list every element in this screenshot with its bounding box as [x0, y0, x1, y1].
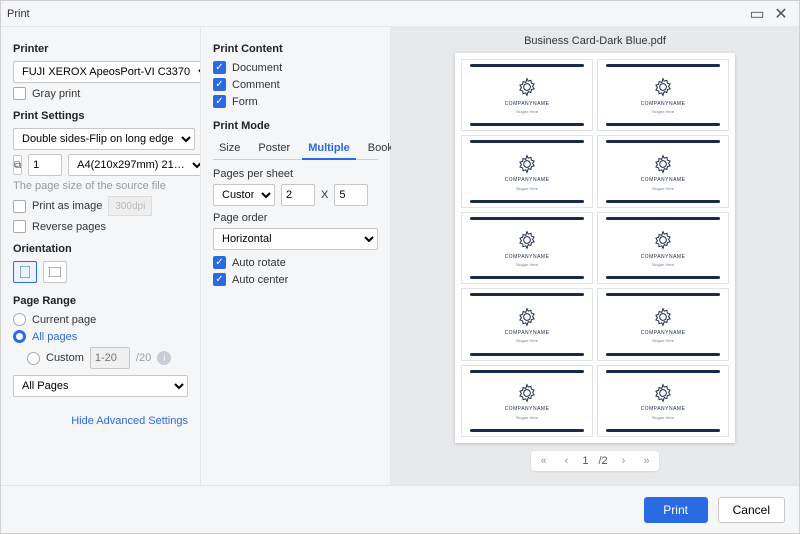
- print-settings-heading: Print Settings: [13, 110, 188, 122]
- maximize-icon[interactable]: ▭: [745, 4, 769, 24]
- page-order-select[interactable]: Horizontal: [213, 228, 378, 250]
- advanced-settings-link[interactable]: Hide Advanced Settings: [71, 415, 188, 427]
- form-checkbox[interactable]: [213, 95, 226, 108]
- pps-x-label: X: [321, 189, 328, 201]
- auto-rotate-checkbox[interactable]: [213, 256, 226, 269]
- pager-next-icon[interactable]: ›: [618, 455, 630, 467]
- preview-sheet: COMPANYNAMESlogan HereCOMPANYNAMESlogan …: [455, 53, 735, 443]
- left-panel: Printer FUJI XEROX ApeosPort-VI C3370 ⚙ …: [1, 27, 201, 485]
- preview-card: COMPANYNAMESlogan Here: [597, 59, 729, 131]
- custom-range-input[interactable]: [90, 347, 130, 369]
- collate-icon[interactable]: ⧉: [13, 155, 22, 175]
- form-label: Form: [232, 96, 258, 108]
- orientation-landscape-button[interactable]: [43, 261, 67, 283]
- preview-card: COMPANYNAMESlogan Here: [597, 288, 729, 360]
- custom-range-label: Custom: [46, 352, 84, 364]
- dpi-field: 300dpi: [108, 196, 152, 216]
- preview-filename: Business Card-Dark Blue.pdf: [524, 35, 666, 47]
- copies-input[interactable]: [28, 154, 62, 176]
- pps-mode-select[interactable]: Custom: [213, 184, 275, 206]
- preview-card: COMPANYNAMESlogan Here: [461, 135, 593, 207]
- pages-per-sheet-label: Pages per sheet: [213, 168, 378, 180]
- document-label: Document: [232, 62, 282, 74]
- printer-select[interactable]: FUJI XEROX ApeosPort-VI C3370: [13, 61, 201, 83]
- gray-print-checkbox[interactable]: [13, 87, 26, 100]
- print-button[interactable]: Print: [644, 497, 708, 523]
- print-as-image-label: Print as image: [32, 200, 102, 212]
- preview-card: COMPANYNAMESlogan Here: [597, 212, 729, 284]
- cancel-button[interactable]: Cancel: [718, 497, 785, 523]
- pager-current: 1: [582, 455, 588, 467]
- reverse-pages-label: Reverse pages: [32, 221, 106, 233]
- preview-card: COMPANYNAMESlogan Here: [597, 365, 729, 437]
- document-checkbox[interactable]: [213, 61, 226, 74]
- pager-prev-icon[interactable]: ‹: [561, 455, 573, 467]
- info-icon[interactable]: i: [157, 351, 171, 365]
- reverse-pages-checkbox[interactable]: [13, 220, 26, 233]
- orientation-portrait-button[interactable]: [13, 261, 37, 283]
- comment-label: Comment: [232, 79, 280, 91]
- duplex-select[interactable]: Double sides-Flip on long edge: [13, 128, 195, 150]
- print-mode-tabs: Size Poster Multiple Booklet: [213, 138, 378, 160]
- page-range-heading: Page Range: [13, 295, 188, 307]
- current-page-radio[interactable]: [13, 313, 26, 326]
- pager-first-icon[interactable]: «: [537, 455, 551, 467]
- print-as-image-checkbox[interactable]: [13, 200, 26, 213]
- pager-total: /2: [598, 455, 607, 467]
- auto-rotate-label: Auto rotate: [232, 257, 286, 269]
- print-mode-heading: Print Mode: [213, 120, 378, 132]
- close-icon[interactable]: ✕: [769, 4, 793, 24]
- preview-card: COMPANYNAMESlogan Here: [461, 59, 593, 131]
- titlebar: Print ▭ ✕: [1, 1, 799, 27]
- preview-card: COMPANYNAMESlogan Here: [461, 365, 593, 437]
- preview-card: COMPANYNAMESlogan Here: [461, 212, 593, 284]
- page-size-select[interactable]: A4(210x297mm) 21…: [68, 154, 201, 176]
- middle-panel: Print Content Document Comment Form Prin…: [201, 27, 391, 485]
- current-page-label: Current page: [32, 314, 96, 326]
- gray-print-label: Gray print: [32, 88, 80, 100]
- preview-card: COMPANYNAMESlogan Here: [461, 288, 593, 360]
- printer-heading: Printer: [13, 43, 188, 55]
- page-filter-select[interactable]: All Pages: [13, 375, 188, 397]
- window-title: Print: [7, 8, 745, 20]
- preview-panel: Business Card-Dark Blue.pdf COMPANYNAMES…: [391, 27, 799, 485]
- source-size-note: The page size of the source file: [13, 180, 188, 192]
- comment-checkbox[interactable]: [213, 78, 226, 91]
- all-pages-label: All pages: [32, 331, 77, 343]
- pps-rows-input[interactable]: [334, 184, 368, 206]
- pps-cols-input[interactable]: [281, 184, 315, 206]
- page-order-label: Page order: [213, 212, 378, 224]
- auto-center-label: Auto center: [232, 274, 288, 286]
- tab-multiple[interactable]: Multiple: [302, 138, 356, 160]
- auto-center-checkbox[interactable]: [213, 273, 226, 286]
- tab-poster[interactable]: Poster: [252, 138, 296, 159]
- pager-last-icon[interactable]: »: [639, 455, 653, 467]
- preview-pager: « ‹ 1/2 › »: [531, 451, 660, 471]
- orientation-heading: Orientation: [13, 243, 188, 255]
- print-content-heading: Print Content: [213, 43, 378, 55]
- footer: Print Cancel: [1, 485, 799, 533]
- tab-size[interactable]: Size: [213, 138, 246, 159]
- custom-range-total: /20: [136, 352, 151, 364]
- custom-range-radio[interactable]: [27, 352, 40, 365]
- preview-card: COMPANYNAMESlogan Here: [597, 135, 729, 207]
- all-pages-radio[interactable]: [13, 330, 26, 343]
